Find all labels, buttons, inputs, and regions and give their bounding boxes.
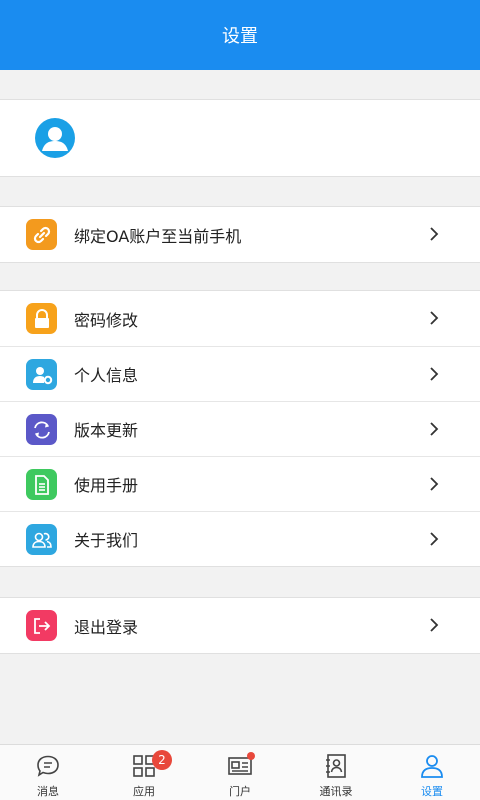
bind-section: 绑定OA账户至当前手机 [0,206,480,263]
bottom-tab-bar: 消息 应用 2 门户 通讯录 设置 [0,744,480,800]
menu-item-personal-info[interactable]: 个人信息 [0,346,480,401]
contacts-icon [326,754,346,778]
tab-label: 应用 [133,785,155,798]
profile-section[interactable] [0,99,480,177]
menu-item-label: 个人信息 [74,366,139,385]
menu-item-about-us[interactable]: 关于我们 [0,511,480,566]
tab-label: 设置 [421,785,443,798]
menu-item-label: 版本更新 [74,421,139,440]
lock-icon [26,303,57,334]
chevron-right-icon [430,227,439,241]
tab-apps[interactable]: 应用 2 [96,745,192,800]
chevron-right-icon [430,477,439,491]
chevron-right-icon [430,311,439,325]
tab-label: 消息 [37,785,59,798]
notification-dot [247,752,255,760]
tab-label: 门户 [229,785,251,798]
settings-section: 密码修改 个人信息 版本更新 使用手册 关于我们 [0,290,480,567]
notification-badge: 2 [152,750,172,770]
tab-settings[interactable]: 设置 [384,745,480,800]
logout-icon [26,610,57,641]
link-icon [26,219,57,250]
chat-icon [37,755,59,777]
logout-section: 退出登录 [0,597,480,654]
group-icon [26,524,57,555]
person-icon [421,755,443,778]
menu-item-version-update[interactable]: 版本更新 [0,401,480,456]
menu-item-label: 绑定OA账户至当前手机 [74,226,242,246]
app-header: 设置 [0,0,480,70]
user-gear-icon [26,359,57,390]
chevron-right-icon [430,367,439,381]
document-icon [26,469,57,500]
tab-label: 通讯录 [319,785,353,798]
page-title: 设置 [222,26,258,47]
tab-contacts[interactable]: 通讯录 [288,745,384,800]
menu-item-label: 使用手册 [74,476,139,495]
chevron-right-icon [430,532,439,546]
avatar[interactable] [35,118,75,158]
chevron-right-icon [430,618,439,632]
menu-item-label: 密码修改 [74,310,139,330]
menu-item-logout[interactable]: 退出登录 [0,598,480,653]
menu-item-password[interactable]: 密码修改 [0,291,480,346]
menu-item-label: 退出登录 [74,617,139,637]
chevron-right-icon [430,422,439,436]
menu-item-label: 关于我们 [74,531,139,550]
menu-item-bind-oa[interactable]: 绑定OA账户至当前手机 [0,207,480,262]
menu-item-user-manual[interactable]: 使用手册 [0,456,480,511]
default-avatar-icon [42,127,68,151]
tab-messages[interactable]: 消息 [0,745,96,800]
tab-portal[interactable]: 门户 [192,745,288,800]
refresh-icon [26,414,57,445]
